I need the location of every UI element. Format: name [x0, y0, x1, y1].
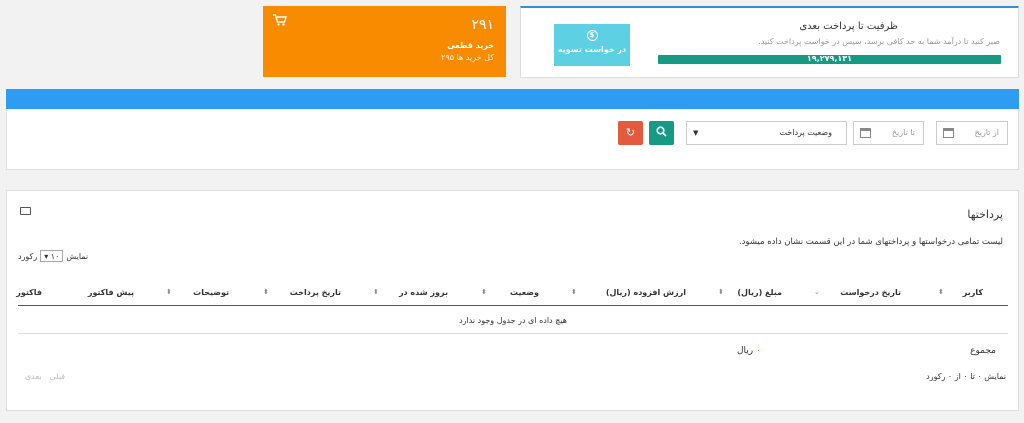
sort-icon: ⬍ [571, 288, 577, 296]
purchase-total: کل خرید ها ۲۹۵ [441, 53, 494, 62]
payments-table-header: کاربر ⬍ تاریخ درخواست ⌄ مبلغ (ریال) ⬍ ار… [16, 279, 1008, 306]
refresh-icon: ↻ [625, 126, 636, 139]
show-label: نمایش [66, 251, 89, 261]
sort-icon: ⬍ [263, 288, 269, 296]
reset-button[interactable]: ↻ [618, 121, 643, 145]
payment-capacity-card: ظرفیت تا پرداخت بعدی صبر کنید تا درآمد ش… [520, 6, 1019, 78]
filter-panel-header [6, 89, 1019, 109]
column-status[interactable]: وضعیت [510, 279, 539, 306]
sum-value: ۰ ریال [737, 346, 761, 356]
column-invoice[interactable]: فاکتور [16, 279, 42, 306]
calendar-icon [943, 128, 954, 138]
print-icon[interactable] [20, 207, 31, 215]
caret-down-icon: ▼ [693, 129, 699, 137]
from-date-placeholder: از تاریخ [974, 128, 999, 137]
payment-status-value: وضعیت پرداخت [779, 128, 832, 137]
records-label: رکورد [18, 251, 38, 261]
sort-icon: ⬍ [166, 288, 172, 296]
sort-icon: ⬍ [718, 288, 724, 296]
capacity-amount: ۱۹,۲۷۹,۱۳۱ [806, 54, 853, 63]
capacity-title: ظرفیت تا پرداخت بعدی [799, 21, 898, 32]
prev-page-button[interactable]: قبلی [50, 372, 66, 381]
from-date-input[interactable]: از تاریخ [936, 121, 1008, 145]
next-page-button[interactable]: بعدی [25, 372, 42, 381]
table-info: نمایش ۰ تا ۰ از ۰ رکورد [926, 372, 1006, 381]
column-payment-date[interactable]: تاریخ پرداخت [290, 279, 341, 306]
capacity-subtitle: صبر کنید تا درآمد شما به حد کافی برسد، س… [758, 37, 1000, 46]
cart-icon [273, 14, 287, 29]
purchase-stats-card: ۲۹۱ خرید قطعی کل خرید ها ۲۹۵ [263, 6, 506, 77]
payment-status-select[interactable]: وضعیت پرداخت ▼ [686, 121, 847, 145]
pagination: بعدی قبلی [25, 372, 65, 381]
filter-panel: از تاریخ تا تاریخ وضعیت پرداخت ▼ ↻ [6, 109, 1019, 170]
to-date-input[interactable]: تا تاریخ [853, 121, 924, 145]
capacity-progress-bar: ۱۹,۲۷۹,۱۳۱ [658, 54, 1001, 64]
page-length-control: نمایش ۱۰ ▾ رکورد [18, 250, 88, 262]
sort-desc-icon: ⌄ [814, 288, 820, 296]
sort-icon: ⬍ [481, 288, 487, 296]
payments-description: لیست تمامی درخواستها و پرداختهای شما در … [738, 237, 1003, 247]
sum-label: مجموع [970, 346, 996, 356]
column-updated-at[interactable]: بروز شده در [399, 279, 448, 306]
search-icon [656, 126, 667, 137]
column-user[interactable]: کاربر [963, 279, 983, 306]
table-empty-row: هیچ داده ای در جدول وجود ندارد [18, 308, 1008, 334]
column-proforma[interactable]: پیش فاکتور [88, 279, 134, 306]
column-request-date[interactable]: تاریخ درخواست [840, 279, 901, 306]
purchase-count: ۲۹۱ [471, 17, 494, 33]
sort-icon: ⬍ [938, 288, 944, 296]
column-description[interactable]: توضیحات [193, 279, 229, 306]
search-button[interactable] [649, 121, 674, 145]
column-vat[interactable]: ارزش افزوده (ریال) [606, 279, 686, 306]
to-date-placeholder: تا تاریخ [891, 128, 915, 137]
calendar-icon [860, 128, 871, 138]
purchase-label: خرید قطعی [447, 41, 494, 50]
payments-panel: پرداختها لیست تمامی درخواستها و پرداختها… [6, 190, 1019, 411]
dollar-circle-icon: $ [586, 30, 598, 41]
sort-icon: ⬍ [373, 288, 379, 296]
payments-title: پرداختها [967, 208, 1003, 221]
settlement-request-label: در خواست تسویه [557, 45, 627, 54]
page-length-select[interactable]: ۱۰ ▾ [40, 250, 64, 262]
column-amount[interactable]: مبلغ (ریال) [737, 279, 782, 306]
settlement-request-button[interactable]: $ در خواست تسویه [554, 24, 630, 66]
